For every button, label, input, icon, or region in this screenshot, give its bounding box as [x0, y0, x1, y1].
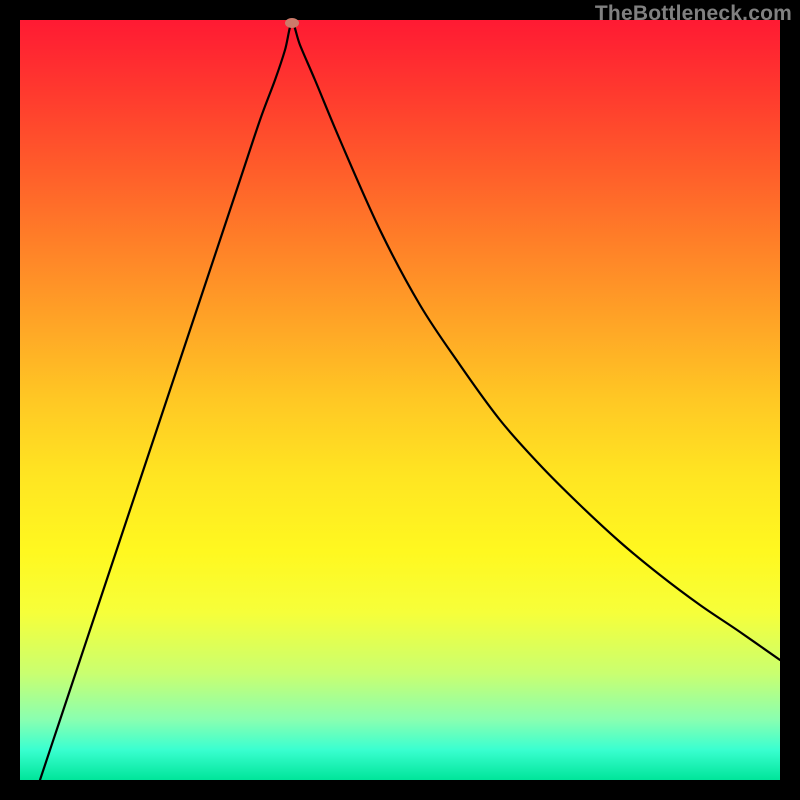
vertex-marker: [285, 18, 299, 28]
chart-frame: TheBottleneck.com: [0, 0, 800, 800]
line-curve: [20, 20, 780, 780]
watermark: TheBottleneck.com: [595, 2, 792, 26]
plot-area: [20, 20, 780, 780]
